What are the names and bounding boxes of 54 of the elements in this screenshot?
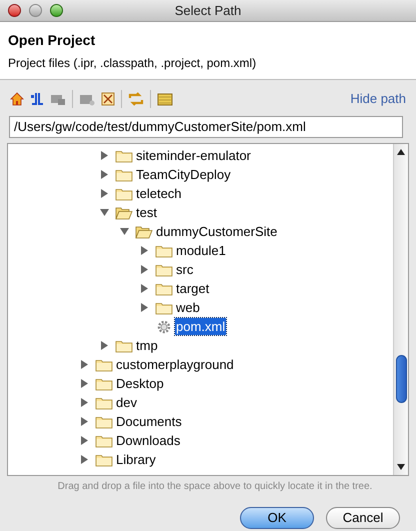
window-title: Select Path — [174, 2, 242, 20]
folder-stack-icon[interactable] — [50, 92, 66, 106]
close-button[interactable] — [8, 4, 21, 17]
folder-icon[interactable] — [157, 92, 173, 106]
delete-icon[interactable] — [101, 92, 115, 106]
path-field[interactable]: /Users/gw/code/test/dummyCustomerSite/pom.xml — [9, 116, 403, 138]
folder-icon — [95, 434, 113, 448]
expand-arrow-icon[interactable] — [80, 436, 88, 445]
project-icon[interactable] — [30, 92, 44, 106]
expand-arrow-icon[interactable] — [100, 151, 108, 160]
folder-icon — [95, 376, 113, 390]
zoom-button[interactable] — [50, 4, 63, 17]
folder-icon — [95, 396, 113, 410]
ok-button[interactable]: OK — [240, 507, 314, 529]
folder-icon — [115, 338, 133, 352]
expand-arrow-icon[interactable] — [80, 417, 88, 426]
gear-icon — [157, 320, 171, 334]
expand-arrow-icon[interactable] — [140, 284, 148, 293]
folder-icon — [155, 262, 173, 276]
tree-item[interactable]: pom.xml — [175, 318, 226, 335]
folder-icon — [155, 244, 173, 258]
folder-icon — [115, 168, 133, 182]
expand-arrow-icon[interactable] — [80, 360, 88, 369]
scroll-down-icon[interactable] — [397, 463, 405, 471]
folder-icon — [115, 186, 133, 200]
minimize-button[interactable] — [29, 4, 42, 17]
cancel-button[interactable]: Cancel — [326, 507, 400, 529]
home-icon[interactable] — [10, 92, 24, 106]
expand-arrow-icon[interactable] — [80, 398, 88, 407]
expand-arrow-icon[interactable] — [100, 189, 108, 198]
folder-icon — [155, 282, 173, 296]
scroll-up-icon[interactable] — [397, 148, 405, 156]
expand-arrow-icon[interactable] — [140, 265, 148, 274]
folder-icon — [155, 300, 173, 314]
folder-icon — [95, 358, 113, 372]
scrollbar[interactable] — [393, 144, 408, 475]
open-folder-icon — [135, 224, 153, 238]
folder-icon — [95, 452, 113, 466]
expand-arrow-icon[interactable] — [140, 303, 148, 312]
expand-arrow-icon[interactable] — [80, 455, 88, 464]
expand-arrow-icon[interactable] — [100, 170, 108, 179]
collapse-arrow-icon[interactable] — [120, 227, 128, 236]
dialog-subtitle: Project files (.ipr, .classpath, .project, pom.xml) — [8, 56, 258, 71]
dialog-title: Open Project — [8, 31, 96, 49]
open-folder-icon — [115, 206, 133, 220]
expand-arrow-icon[interactable] — [140, 246, 148, 255]
hide-path-link[interactable]: Hide path — [350, 89, 406, 109]
folder-icon — [95, 414, 113, 428]
collapse-arrow-icon[interactable] — [100, 208, 108, 217]
expand-arrow-icon[interactable] — [100, 341, 108, 350]
hint-text: Drag and drop a file into the space above to quickly locate it in the tree. — [56, 480, 374, 494]
expand-arrow-icon[interactable] — [80, 379, 88, 388]
folder-icon — [115, 148, 133, 162]
scroll-thumb[interactable] — [396, 355, 406, 403]
